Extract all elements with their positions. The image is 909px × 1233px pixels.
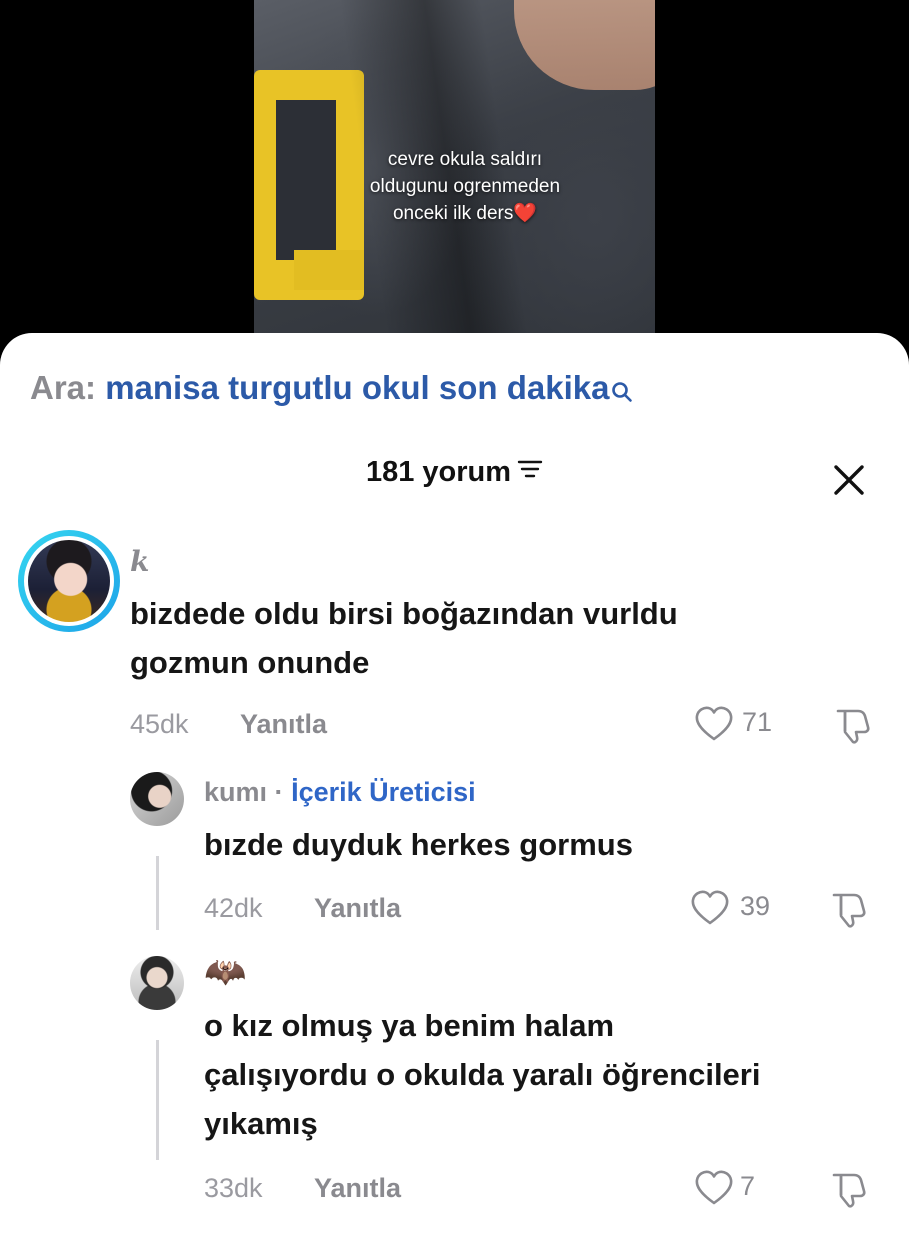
reply-button[interactable]: Yanıtla (314, 893, 401, 924)
comment-username[interactable]: kumı (204, 777, 267, 807)
comment-time: 42dk (204, 893, 263, 923)
reply-button[interactable]: Yanıtla (240, 709, 327, 740)
comment-username[interactable]: 🦇 (204, 952, 246, 992)
heart-emoji: ❤️ (513, 203, 538, 224)
heart-icon (691, 890, 729, 925)
dislike-icon[interactable] (828, 891, 868, 934)
video-player[interactable]: cevre okula saldırı oldugunu ogrenmeden … (0, 0, 909, 360)
comment-text-line: gozmun onunde (130, 645, 370, 680)
comment-text-line: o kız olmuş ya benim halam (204, 1008, 615, 1043)
avatar-ring-gap (24, 536, 114, 626)
thread-line (156, 1040, 159, 1160)
like-count: 39 (740, 891, 771, 921)
comment-text-line: çalışıyordu o okulda yaralı öğrencileri (204, 1057, 761, 1092)
close-icon[interactable] (830, 461, 868, 499)
like-count: 71 (742, 707, 773, 737)
caption-line-1: cevre okula saldırı (387, 149, 543, 170)
dislike-icon[interactable] (828, 1171, 868, 1214)
like-button[interactable]: 71 (694, 706, 784, 741)
sort-icon[interactable] (517, 455, 543, 488)
comment-text-line: bızde duyduk herkes gormus (204, 827, 633, 862)
comment-text: o kız olmuş ya benim halam çalışıyordu o… (204, 1001, 760, 1148)
avatar-photo (28, 540, 110, 622)
heart-icon (695, 1170, 733, 1205)
name-separator: · (274, 777, 284, 807)
comments-header: 181 yorum (0, 456, 909, 489)
creator-badge: İçerik Üreticisi (291, 777, 476, 807)
like-count: 7 (740, 1171, 756, 1201)
comment-username-row: kumı · İçerik Üreticisi (204, 777, 476, 808)
search-query-link[interactable]: manisa turgutlu okul son dakika (105, 369, 609, 406)
avatar[interactable] (130, 956, 184, 1010)
video-caption: cevre okula saldırı oldugunu ogrenmeden … (315, 146, 615, 227)
caption-line-3-text: onceki ilk ders (392, 203, 514, 224)
like-button[interactable]: 39 (690, 890, 780, 925)
related-search[interactable]: Ara: manisa turgutlu okul son dakika (30, 369, 633, 411)
jacket-patch-lower (294, 250, 364, 290)
reply-button[interactable]: Yanıtla (314, 1173, 401, 1204)
avatar[interactable] (18, 530, 120, 632)
thread-line (156, 856, 159, 930)
caption-line-3: onceki ilk ders❤️ (315, 200, 615, 227)
heart-icon (695, 706, 733, 741)
comments-sheet: Ara: manisa turgutlu okul son dakika 181… (0, 333, 909, 1233)
comment-time: 45dk (130, 709, 189, 739)
avatar[interactable] (130, 772, 184, 826)
comment-text: bizdede oldu birsi boğazından vurldu goz… (130, 589, 678, 687)
dislike-icon[interactable] (832, 707, 872, 750)
caption-line-2: oldugunu ogrenmeden (369, 176, 561, 197)
comment-time: 33dk (204, 1173, 263, 1203)
search-icon[interactable] (611, 373, 633, 411)
hand-area (514, 0, 655, 90)
comment-username[interactable]: k (130, 545, 149, 578)
comment-count: 181 yorum (365, 456, 512, 488)
comment-text-line: yıkamış (204, 1106, 318, 1141)
comment-text-line: bizdede oldu birsi boğazından vurldu (130, 596, 678, 631)
search-prefix: Ara: (30, 369, 97, 406)
comment-text: bızde duyduk herkes gormus (204, 820, 633, 869)
